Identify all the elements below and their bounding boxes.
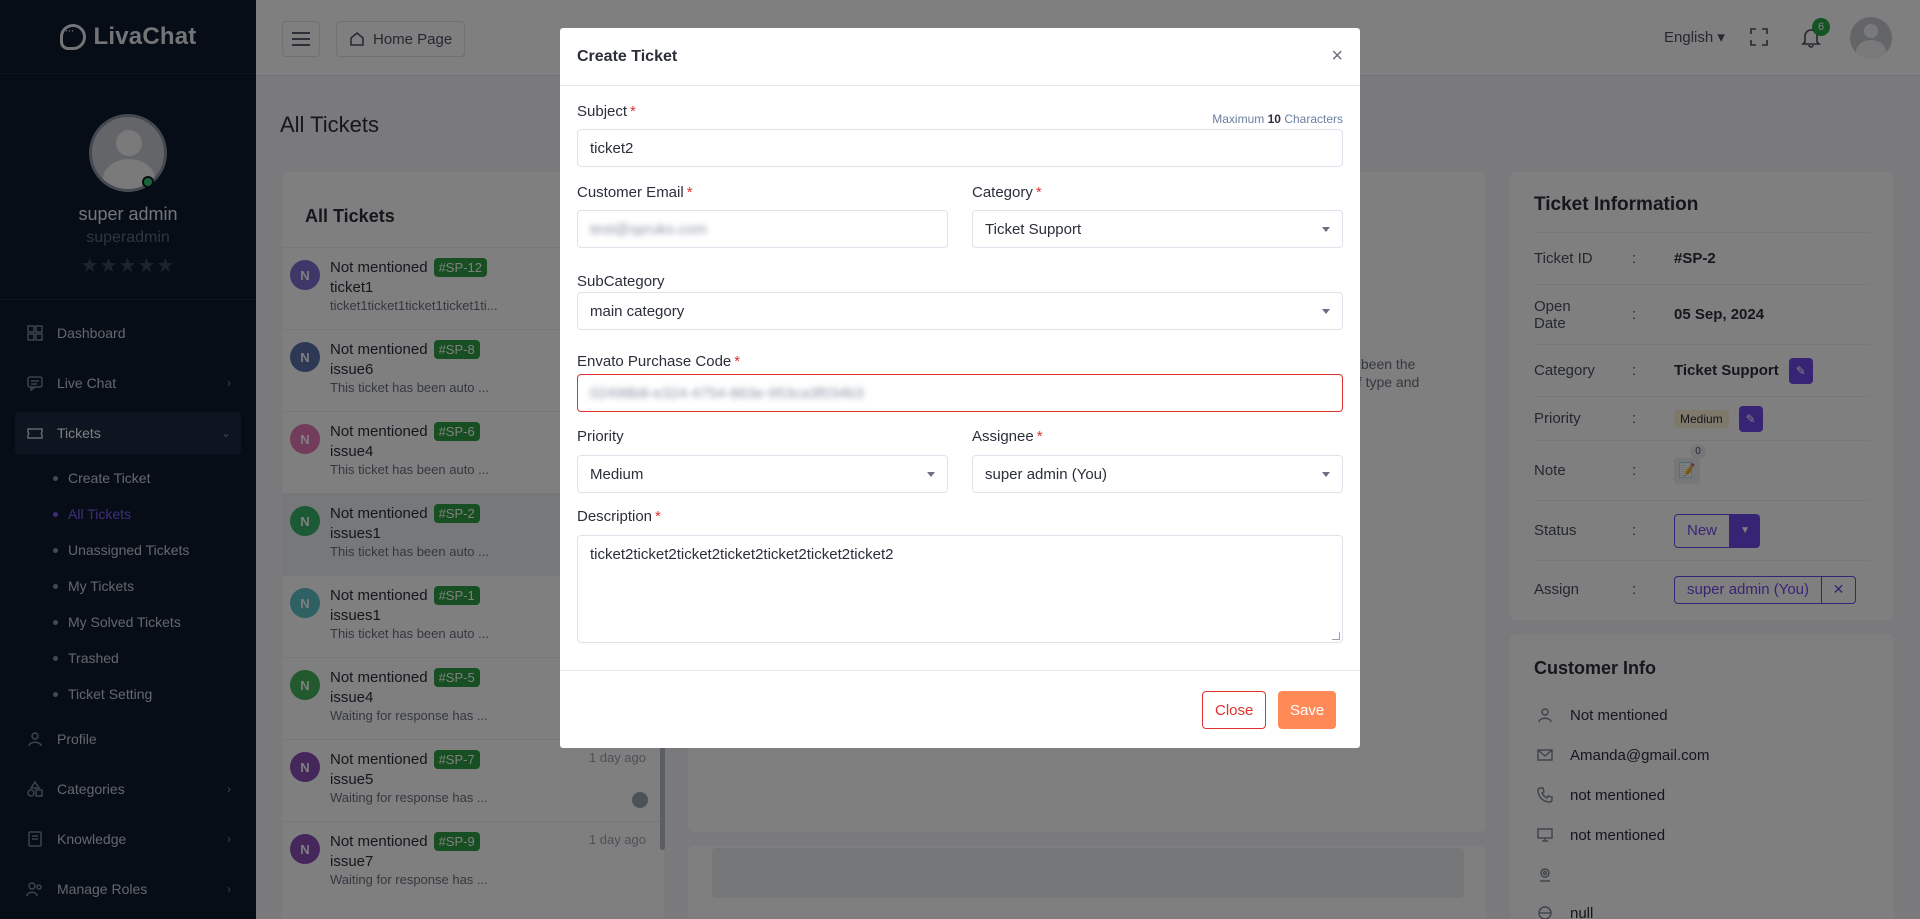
- caret-down-icon: [927, 471, 935, 477]
- close-button[interactable]: Close: [1202, 691, 1267, 729]
- modal-title: Create Ticket: [577, 47, 678, 65]
- envato-code-label: Envato Purchase Code *: [577, 353, 741, 370]
- resize-handle[interactable]: [1332, 632, 1340, 640]
- customer-email-label: Customer Email *: [577, 184, 693, 201]
- caret-down-icon: [1322, 226, 1330, 232]
- description-label: Description *: [577, 508, 661, 525]
- close-icon: ×: [1331, 45, 1343, 67]
- caret-down-icon: [1322, 308, 1330, 314]
- modal-footer: Close Save: [560, 670, 1360, 748]
- assignee-label: Assignee *: [972, 428, 1043, 445]
- subject-input[interactable]: ticket2: [577, 129, 1343, 167]
- category-label: Category *: [972, 184, 1042, 201]
- modal-header: Create Ticket ×: [560, 28, 1360, 86]
- subject-label: Subject *: [577, 103, 636, 120]
- save-button[interactable]: Save: [1278, 691, 1337, 729]
- subcategory-label: SubCategory: [577, 273, 665, 290]
- modal-close-button[interactable]: ×: [1331, 45, 1343, 68]
- subject-max-hint: Maximum 10 Characters: [1212, 112, 1343, 126]
- priority-label: Priority: [577, 428, 624, 445]
- priority-select[interactable]: Medium: [577, 455, 948, 493]
- subcategory-select[interactable]: main category: [577, 292, 1343, 330]
- assignee-select[interactable]: super admin (You): [972, 455, 1343, 493]
- create-ticket-modal: Create Ticket × Subject * Maximum 10 Char…: [560, 28, 1360, 748]
- description-textarea[interactable]: ticket2ticket2ticket2ticket2ticket2ticke…: [577, 535, 1343, 643]
- caret-down-icon: [1322, 471, 1330, 477]
- envato-code-input[interactable]: 02498b8-e324-4754-863e-953ca3f034b3: [577, 374, 1343, 412]
- category-select[interactable]: Ticket Support: [972, 210, 1343, 248]
- customer-email-input[interactable]: test@spruko.com: [577, 210, 948, 248]
